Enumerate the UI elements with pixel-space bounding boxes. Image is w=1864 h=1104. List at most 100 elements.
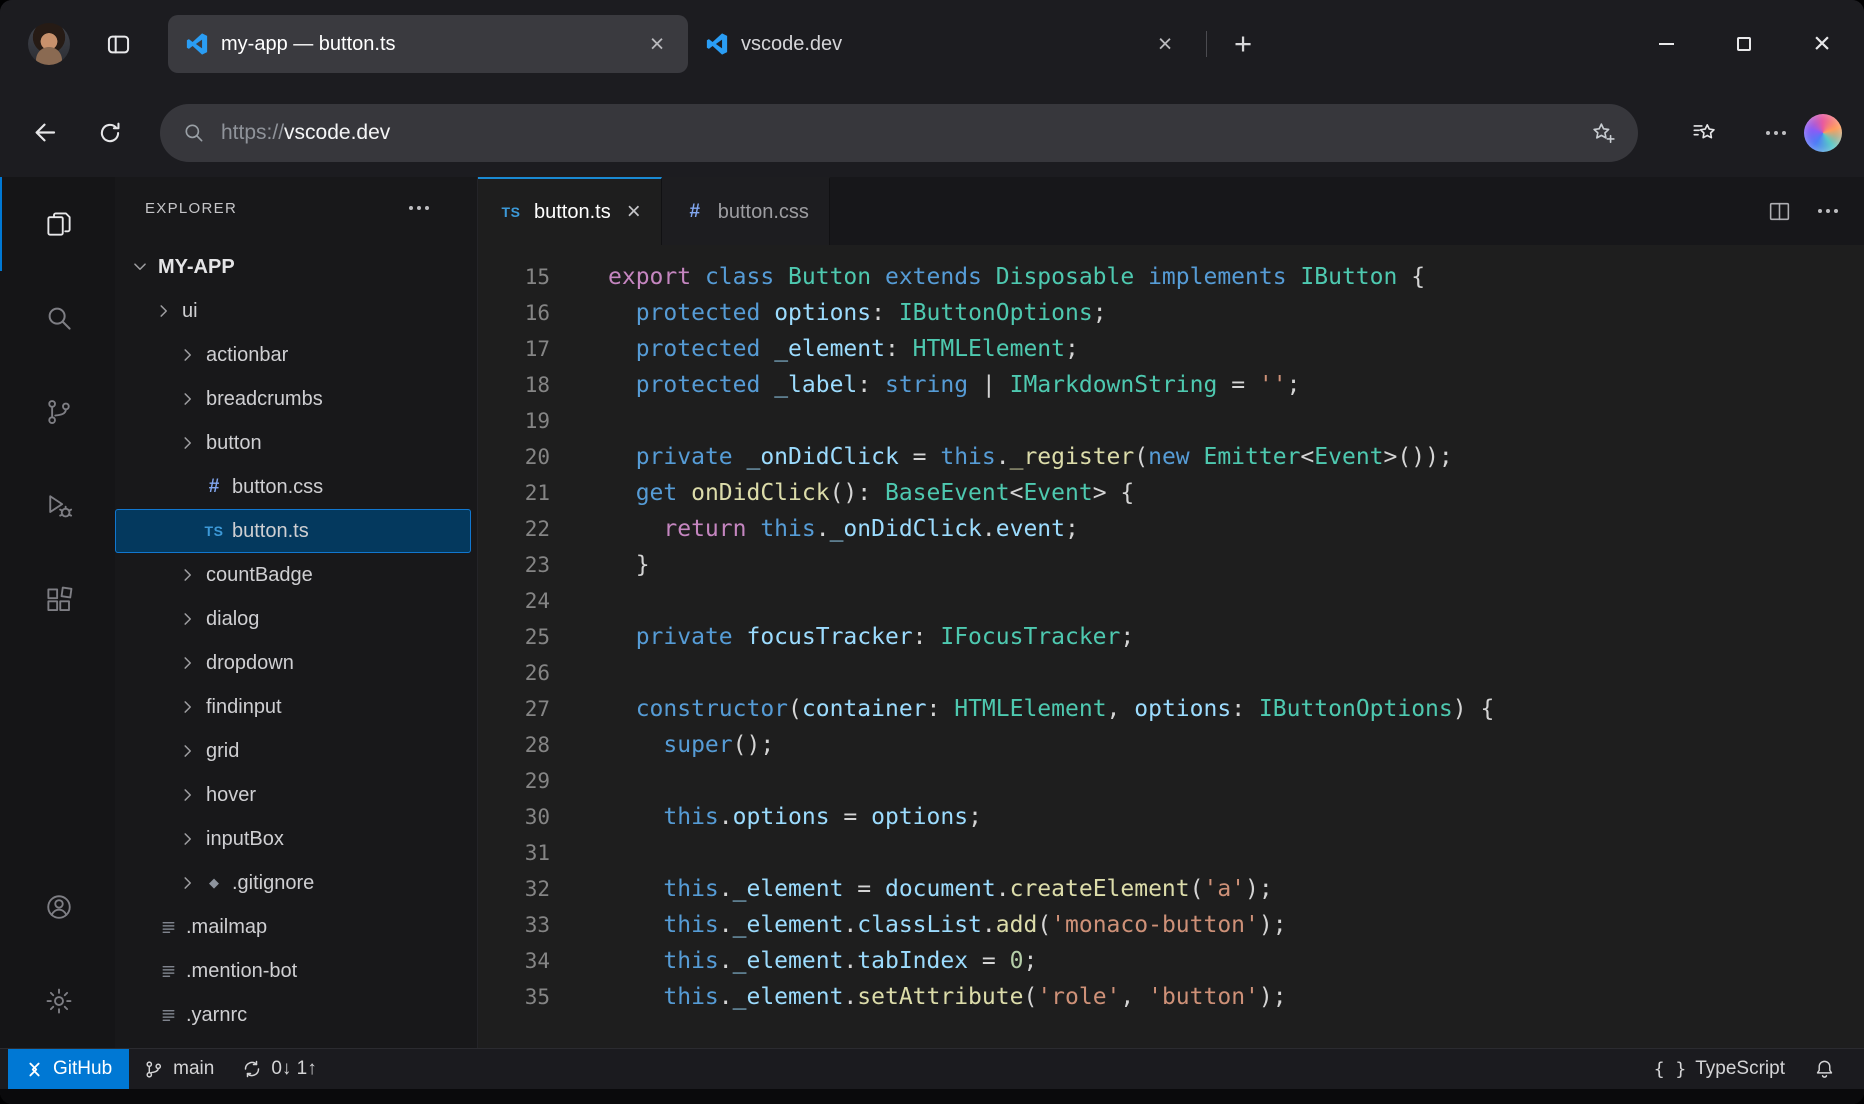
code-line-20[interactable]: 20 private _onDidClick = this._register(… [478,439,1864,475]
vertical-tabs-icon[interactable] [94,20,142,68]
window-controls: × [1614,18,1864,70]
browser-tab-my-app-button-ts[interactable]: my-app — button.ts× [168,15,688,73]
line-number: 35 [478,979,550,1015]
code-line-17[interactable]: 17 protected _element: HTMLElement; [478,331,1864,367]
code-line-33[interactable]: 33 this._element.classList.add('monaco-b… [478,907,1864,943]
tab-close-icon[interactable]: × [627,200,641,224]
tree-item-button-css[interactable]: #button.css [115,465,471,509]
code-line-22[interactable]: 22 return this._onDidClick.event; [478,511,1864,547]
tree-item-ui[interactable]: ui [115,289,471,333]
code-line-19[interactable]: 19 [478,403,1864,439]
tree-item-mailmap[interactable]: .mailmap [115,905,471,949]
more-options-icon[interactable] [1742,111,1786,155]
browser-tabstrip: my-app — button.ts× vscode.dev × [168,0,1196,88]
remote-icon [25,1060,44,1079]
browser-tab-vscode-dev[interactable]: vscode.dev × [688,15,1196,73]
tree-item-findinput[interactable]: findinput [115,685,471,729]
code-line-23[interactable]: 23 } [478,547,1864,583]
code-line-32[interactable]: 32 this._element = document.createElemen… [478,871,1864,907]
minimize-button[interactable] [1640,18,1692,70]
maximize-button[interactable] [1718,18,1770,70]
tab-close-icon[interactable]: × [642,29,672,59]
tree-item-label: hover [206,784,256,807]
language-label: TypeScript [1695,1058,1785,1080]
remote-indicator[interactable]: GitHub [8,1049,129,1089]
line-number: 34 [478,943,550,979]
tree-item-button[interactable]: button [115,421,471,465]
explorer-sidebar: EXPLORER MY-APP uiactionbarbreadcrumbsbu… [115,177,478,1048]
back-button[interactable] [22,111,66,155]
activitybar-extensions-icon[interactable] [0,553,115,647]
tree-item-dropdown[interactable]: dropdown [115,641,471,685]
profile-avatar[interactable] [28,23,70,65]
code-line-26[interactable]: 26 [478,655,1864,691]
code-text: get onDidClick(): BaseEvent<Event> { [550,475,1134,511]
tree-item-label: button [206,432,262,455]
tree-item-grid[interactable]: grid [115,729,471,773]
code-line-21[interactable]: 21 get onDidClick(): BaseEvent<Event> { [478,475,1864,511]
address-bar[interactable]: https://vscode.dev [160,104,1638,162]
tree-item-yarnrc[interactable]: .yarnrc [115,993,471,1037]
sync-indicator[interactable]: 0↓ 1↑ [228,1049,330,1089]
copilot-icon[interactable] [1804,114,1842,152]
code-line-27[interactable]: 27 constructor(container: HTMLElement, o… [478,691,1864,727]
activitybar-settings-icon[interactable] [0,954,115,1048]
window-bottom-edge [0,1089,1864,1104]
tree-item-my-app[interactable]: MY-APP [115,245,471,289]
editor-tab-label: button.ts [534,201,611,224]
activitybar-run-debug-icon[interactable] [0,459,115,553]
notifications-indicator[interactable] [1799,1049,1850,1089]
code-editor[interactable]: 15export class Button extends Disposable… [478,245,1864,1048]
explorer-more-icon[interactable] [409,193,429,223]
activitybar-account-icon[interactable] [0,860,115,954]
line-number: 15 [478,259,550,295]
tree-item-hover[interactable]: hover [115,773,471,817]
code-line-31[interactable]: 31 [478,835,1864,871]
code-line-28[interactable]: 28 super(); [478,727,1864,763]
status-bar: GitHub main 0↓ 1↑ { } TypeScript [0,1048,1864,1089]
code-line-35[interactable]: 35 this._element.setAttribute('role', 'b… [478,979,1864,1015]
tree-item-button-ts[interactable]: TSbutton.ts [115,509,471,553]
editor-tab-button-ts[interactable]: TSbutton.ts× [478,177,662,245]
code-line-24[interactable]: 24 [478,583,1864,619]
file-icon [155,919,181,936]
tree-item-dialog[interactable]: dialog [115,597,471,641]
branch-indicator[interactable]: main [129,1049,228,1089]
activitybar-explorer-icon[interactable] [0,177,115,271]
tree-item-gitignore[interactable]: ◆.gitignore [115,861,471,905]
activitybar-search-icon[interactable] [0,271,115,365]
tree-item-label: dialog [206,608,259,631]
new-tab-button[interactable]: + [1221,22,1265,66]
tree-item-label: .gitignore [232,872,314,895]
code-line-16[interactable]: 16 protected options: IButtonOptions; [478,295,1864,331]
refresh-button[interactable] [88,111,132,155]
tab-title: vscode.dev [741,33,842,56]
code-line-15[interactable]: 15export class Button extends Disposable… [478,259,1864,295]
activity-bar [0,177,115,1048]
favorites-icon[interactable] [1682,111,1726,155]
code-text [550,583,608,619]
editor-more-icon[interactable] [1818,196,1838,226]
split-editor-icon[interactable] [1767,199,1792,224]
close-button[interactable]: × [1796,18,1848,70]
branch-icon [143,1059,164,1080]
tree-item-mention-bot[interactable]: .mention-bot [115,949,471,993]
editor-tab-button-css[interactable]: #button.css [662,177,830,245]
url-protocol: https:// [221,121,284,144]
language-indicator[interactable]: { } TypeScript [1640,1049,1799,1089]
code-line-34[interactable]: 34 this._element.tabIndex = 0; [478,943,1864,979]
code-line-29[interactable]: 29 [478,763,1864,799]
activitybar-source-control-icon[interactable] [0,365,115,459]
tree-item-breadcrumbs[interactable]: breadcrumbs [115,377,471,421]
tree-item-label: findinput [206,696,282,719]
code-line-25[interactable]: 25 private focusTracker: IFocusTracker; [478,619,1864,655]
code-line-18[interactable]: 18 protected _label: string | IMarkdownS… [478,367,1864,403]
tree-item-inputbox[interactable]: inputBox [115,817,471,861]
add-favorite-icon[interactable] [1590,120,1616,146]
tree-item-countbadge[interactable]: countBadge [115,553,471,597]
code-text: protected _element: HTMLElement; [550,331,1079,367]
tab-close-icon[interactable]: × [1150,29,1180,59]
editor-tab-label: button.css [718,201,809,224]
code-line-30[interactable]: 30 this.options = options; [478,799,1864,835]
tree-item-actionbar[interactable]: actionbar [115,333,471,377]
